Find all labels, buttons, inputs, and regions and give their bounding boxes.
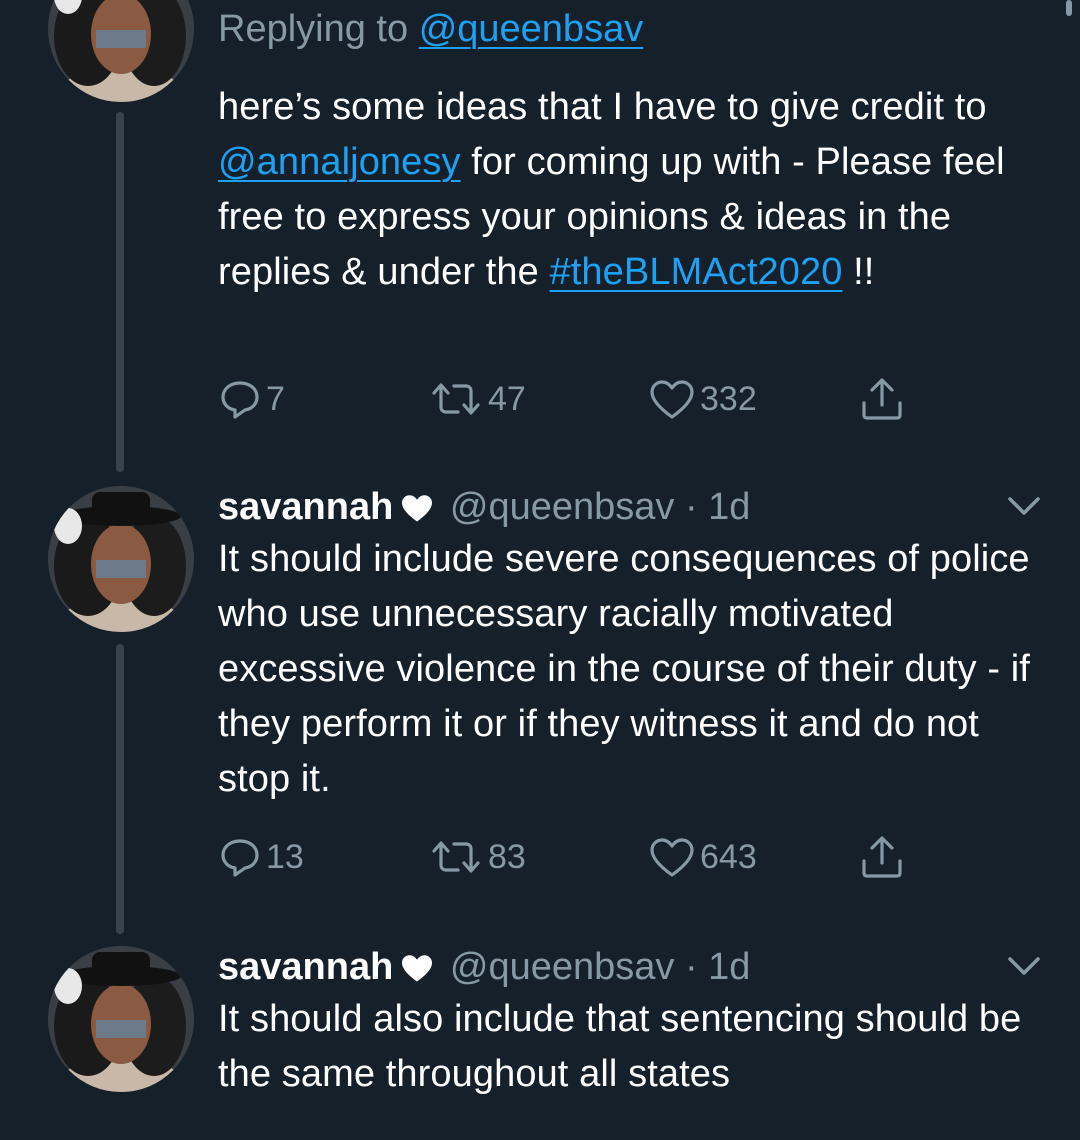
avatar[interactable] (48, 0, 194, 102)
like-button[interactable]: 332 (648, 374, 757, 424)
share-upload-icon (862, 836, 902, 878)
reply-button[interactable]: 13 (218, 832, 304, 882)
thread-line (116, 112, 124, 472)
avatar-image (48, 946, 194, 1092)
handle[interactable]: @queenbsav (450, 486, 675, 528)
tweet-actions: 7 47 332 (218, 374, 918, 424)
tweet-text: here’s some ideas that I have to give cr… (218, 80, 1044, 300)
tweet-actions: 13 83 643 (218, 832, 918, 882)
separator: · (684, 946, 698, 988)
tweet-header: savannah @queenbsav · 1d (218, 942, 1044, 992)
like-count: 643 (700, 837, 757, 876)
reply-count: 13 (266, 837, 304, 876)
retweet-button[interactable]: 47 (428, 374, 526, 424)
retweet-count: 47 (488, 379, 526, 418)
timestamp[interactable]: 1d (708, 486, 750, 528)
avatar[interactable] (48, 486, 194, 632)
tweet-text: It should also include that sentencing s… (218, 998, 1022, 1095)
retweet-arrows-icon (432, 383, 480, 415)
share-upload-icon (862, 378, 902, 420)
reply-count: 7 (266, 379, 285, 418)
heart-outline-icon (650, 838, 694, 877)
display-name[interactable]: savannah (218, 486, 393, 528)
tweet-text-part: !! (842, 251, 875, 293)
white-heart-icon (402, 955, 433, 982)
replying-prefix: Replying to (218, 8, 409, 50)
handle[interactable]: @queenbsav (450, 946, 675, 988)
mention-link[interactable]: @annaljonesy (218, 141, 461, 183)
avatar[interactable] (48, 946, 194, 1092)
retweet-arrows-icon (432, 841, 480, 873)
chevron-down-icon[interactable] (1004, 486, 1044, 526)
thread-line (116, 644, 124, 934)
tweet-3[interactable]: savannah @queenbsav · 1d It should also … (0, 940, 1080, 1140)
heart-outline-icon (650, 380, 694, 419)
separator: · (684, 486, 698, 528)
tweet-header: savannah @queenbsav · 1d (218, 482, 1044, 532)
retweet-button[interactable]: 83 (428, 832, 526, 882)
white-heart-icon (402, 495, 433, 522)
comment-bubble-icon (221, 839, 259, 877)
tweet-text: It should include severe consequences of… (218, 538, 1030, 800)
replying-to: Replying to @queenbsav (218, 6, 1044, 52)
comment-bubble-icon (221, 381, 259, 419)
like-count: 332 (700, 379, 757, 418)
share-button[interactable] (858, 374, 906, 424)
reply-button[interactable]: 7 (218, 374, 285, 424)
replying-handle-link[interactable]: @queenbsav (419, 8, 644, 50)
chevron-down-icon[interactable] (1004, 946, 1044, 986)
display-name[interactable]: savannah (218, 946, 393, 988)
avatar-image (48, 486, 194, 632)
tweet-2[interactable]: savannah @queenbsav · 1d It should inclu… (0, 480, 1080, 940)
share-button[interactable] (858, 832, 906, 882)
hashtag-link[interactable]: #theBLMAct2020 (550, 251, 843, 293)
tweet-1[interactable]: Replying to @queenbsav here’s some ideas… (0, 0, 1080, 472)
tweet-text-part: here’s some ideas that I have to give cr… (218, 86, 987, 128)
timestamp[interactable]: 1d (708, 946, 750, 988)
like-button[interactable]: 643 (648, 832, 757, 882)
avatar-image (48, 0, 194, 102)
retweet-count: 83 (488, 837, 526, 876)
